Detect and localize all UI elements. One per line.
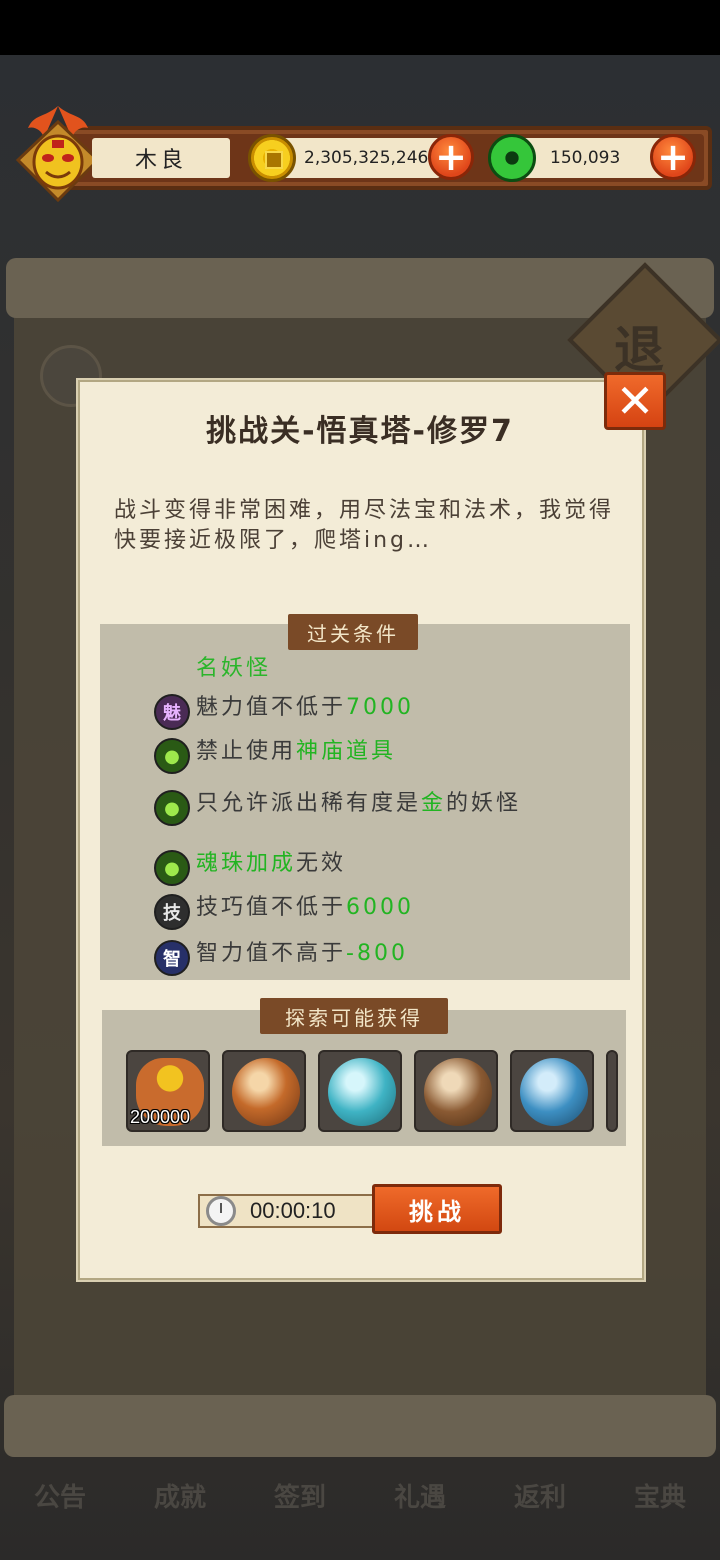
dialog-description: 战斗变得非常困难，用尽法宝和法术，我觉得快要接近极限了，爬塔ing… [114,498,615,553]
nav-gifts[interactable]: 礼遇 [394,1477,446,1514]
jade-coin-icon [488,134,536,182]
bottom-nav: 公告 成就 签到 礼遇 返利 宝典 [0,1460,720,1530]
reward-item[interactable]: 200000 [126,1050,210,1132]
nav-checkin[interactable]: 签到 [274,1477,326,1514]
toast-orb-icon [424,1058,492,1126]
condition-row: ● 禁止使用神庙道具 [154,738,556,774]
rule-icon: ● [154,738,190,774]
nav-achievement[interactable]: 成就 [154,1477,206,1514]
stopwatch-icon [206,1196,236,1226]
condition-text: 魅力值不低于7000 [196,695,415,720]
condition-row: ● 魂珠加成无效 [154,850,556,886]
nav-guide[interactable]: 宝典 [634,1477,686,1514]
skill-icon: 技 [154,894,190,930]
add-jade-button[interactable]: + [650,134,696,180]
reward-item[interactable] [222,1050,306,1132]
reward-item-partial[interactable] [606,1050,618,1132]
condition-text: 魂珠加成无效 [196,851,347,876]
reward-count: 200000 [130,1107,191,1127]
condition-text: 智力值不高于-800 [196,941,408,966]
fire-triangle-orb-icon [232,1058,300,1126]
condition-text: 只允许派出稀有度是金的妖怪 [196,791,522,816]
nav-announcement[interactable]: 公告 [34,1477,86,1514]
close-button[interactable]: ✕ [604,372,666,430]
demon-mask-avatar-icon[interactable] [12,104,104,204]
player-name: 木良 [92,138,230,178]
condition-text: 技巧值不低于6000 [196,895,415,920]
nav-rebate[interactable]: 返利 [514,1477,566,1514]
intellect-icon: 智 [154,940,190,976]
add-coins-button[interactable]: + [428,134,474,180]
reward-item[interactable] [414,1050,498,1132]
status-bar [0,0,720,55]
condition-clipped-line: 名妖怪 [196,656,272,681]
eye-pyramid-orb-icon [520,1058,588,1126]
charm-icon: 魅 [154,694,190,730]
conditions-label: 过关条件 [288,614,418,650]
scroll-rod-bottom [4,1395,716,1457]
condition-row: 智 智力值不高于-800 [154,940,556,976]
rewards-label: 探索可能获得 [260,998,448,1034]
rule-icon: ● [154,850,190,886]
reward-item[interactable] [510,1050,594,1132]
condition-text: 禁止使用神庙道具 [196,739,397,764]
gold-coin-icon [248,134,296,182]
condition-row: 技 技巧值不低于6000 [154,894,556,930]
condition-row: ● 只允许派出稀有度是金的妖怪 [154,790,536,826]
reward-item[interactable] [318,1050,402,1132]
challenge-button[interactable]: 挑战 [372,1184,502,1234]
rule-icon: ● [154,790,190,826]
condition-row: 魅 魅力值不低于7000 [154,694,556,730]
puzzle-orb-icon [328,1058,396,1126]
